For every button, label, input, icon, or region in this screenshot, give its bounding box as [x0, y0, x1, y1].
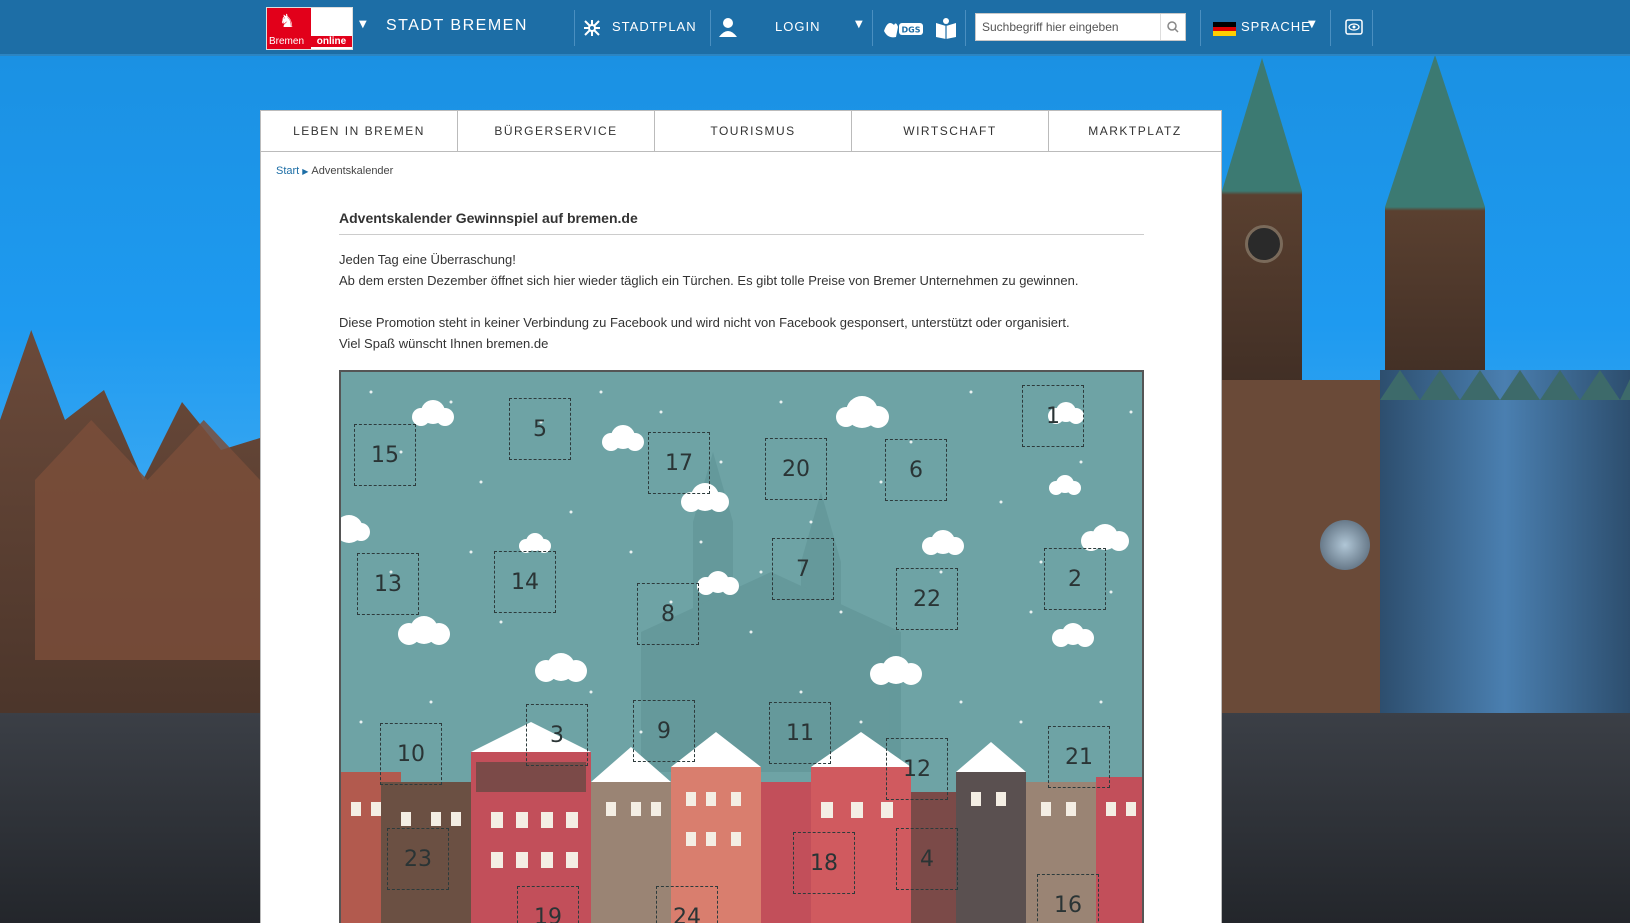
nav-leben-in-bremen[interactable]: LEBEN IN BREMEN: [261, 111, 458, 151]
calendar-door-20[interactable]: 20: [765, 438, 827, 500]
nav-wirtschaft[interactable]: WIRTSCHAFT: [852, 111, 1049, 151]
top-bar: ♞ Bremen online ▼ STADT BREMEN STADTPLAN…: [0, 0, 1630, 56]
breadcrumb-arrow-icon: ▶: [302, 167, 309, 176]
calendar-door-21[interactable]: 21: [1048, 726, 1110, 788]
calendar-door-11[interactable]: 11: [769, 702, 831, 764]
bremen-online-logo[interactable]: ♞ Bremen online: [266, 7, 353, 50]
search-icon[interactable]: [1160, 14, 1185, 40]
main-navigation: LEBEN IN BREMEN BÜRGERSERVICE TOURISMUS …: [260, 110, 1222, 152]
nav-tourismus[interactable]: TOURISMUS: [655, 111, 852, 151]
calendar-door-15[interactable]: 15: [354, 424, 416, 486]
german-flag-icon: [1213, 22, 1236, 36]
accessibility-view-icon[interactable]: [1345, 19, 1363, 39]
content-panel: Start ▶ Adventskalender Adventskalender Ge…: [260, 152, 1222, 923]
calendar-door-4[interactable]: 4: [896, 828, 958, 890]
calendar-door-1[interactable]: 1: [1022, 385, 1084, 447]
calendar-door-19[interactable]: 19: [517, 886, 579, 923]
calendar-door-22[interactable]: 22: [896, 568, 958, 630]
breadcrumb-current: Adventskalender: [311, 165, 394, 177]
calendar-illustration: [341, 390, 1142, 923]
calendar-door-9[interactable]: 9: [633, 700, 695, 762]
calendar-door-24[interactable]: 24: [656, 886, 718, 923]
calendar-door-18[interactable]: 18: [793, 832, 855, 894]
login-button[interactable]: LOGIN: [775, 19, 820, 34]
site-title[interactable]: STADT BREMEN: [386, 17, 528, 35]
calendar-door-16[interactable]: 16: [1037, 874, 1099, 923]
intro-text: Jeden Tag eine Überraschung! Ab dem erst…: [339, 249, 1149, 354]
breadcrumb-start-link[interactable]: Start: [276, 165, 299, 177]
logo-text-bremen: Bremen: [269, 36, 305, 47]
calendar-door-5[interactable]: 5: [509, 398, 571, 460]
search-input[interactable]: [976, 14, 1168, 40]
nav-marktplatz[interactable]: MARKTPLATZ: [1049, 111, 1221, 151]
search-box: [975, 13, 1186, 41]
calendar-door-3[interactable]: 3: [526, 704, 588, 766]
intro-line: Jeden Tag eine Überraschung!: [339, 252, 516, 267]
language-dropdown-chevron-icon[interactable]: ▼: [1308, 19, 1316, 30]
logo-dropdown-chevron-icon[interactable]: ▼: [359, 19, 367, 30]
calendar-door-23[interactable]: 23: [387, 828, 449, 890]
calendar-door-7[interactable]: 7: [772, 538, 834, 600]
svg-text:DGS: DGS: [902, 26, 921, 35]
stadtplan-link[interactable]: STADTPLAN: [612, 19, 697, 34]
advent-calendar: 15 5 17 20 6 1 13 14 8 7 22 2 10 3 9 11 …: [339, 370, 1144, 923]
page-title: Adventskalender Gewinnspiel auf bremen.d…: [339, 210, 1144, 235]
closing-line: Viel Spaß wünscht Ihnen bremen.de: [339, 336, 549, 351]
language-selector[interactable]: SPRACHE: [1241, 19, 1311, 34]
nav-buergerservice[interactable]: BÜRGERSERVICE: [458, 111, 655, 151]
breadcrumb: Start ▶ Adventskalender: [276, 165, 393, 177]
easy-language-icon[interactable]: [935, 17, 957, 43]
user-icon: [719, 17, 737, 41]
calendar-door-6[interactable]: 6: [885, 439, 947, 501]
sign-language-icon[interactable]: DGS: [882, 17, 924, 43]
disclaimer-line: Diese Promotion steht in keiner Verbindu…: [339, 315, 1070, 330]
calendar-door-8[interactable]: 8: [637, 583, 699, 645]
calendar-door-10[interactable]: 10: [380, 723, 442, 785]
calendar-door-14[interactable]: 14: [494, 551, 556, 613]
bremen-emblem-icon: ♞: [279, 11, 296, 32]
calendar-door-17[interactable]: 17: [648, 432, 710, 494]
calendar-door-13[interactable]: 13: [357, 553, 419, 615]
calendar-door-2[interactable]: 2: [1044, 548, 1106, 610]
calendar-door-12[interactable]: 12: [886, 738, 948, 800]
intro-line: Ab dem ersten Dezember öffnet sich hier …: [339, 273, 1079, 288]
login-dropdown-chevron-icon[interactable]: ▼: [855, 19, 863, 30]
map-pin-icon: [582, 18, 602, 42]
logo-text-online: online: [311, 36, 352, 47]
